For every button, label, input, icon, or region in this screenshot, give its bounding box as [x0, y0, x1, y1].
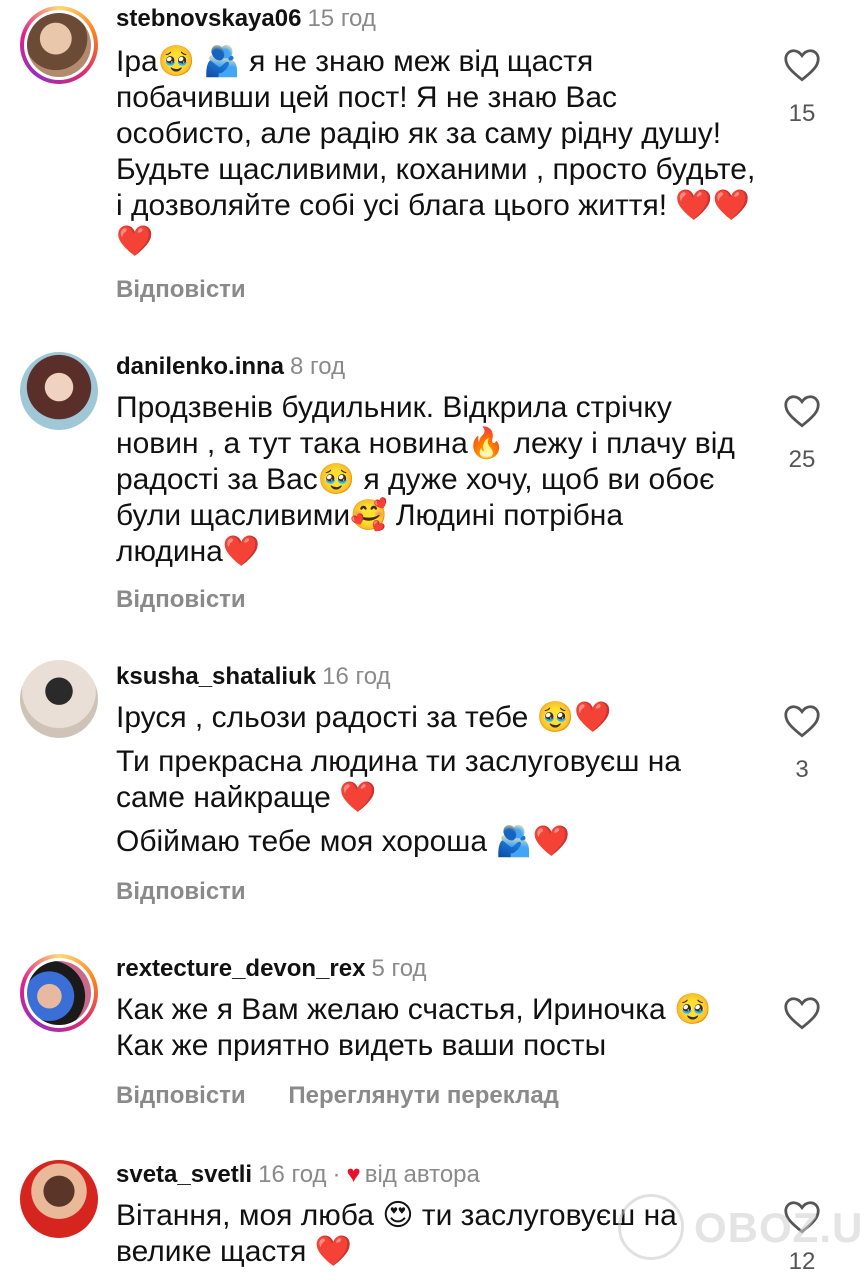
like-count: 3: [795, 756, 809, 783]
timestamp: 16 год: [322, 663, 391, 690]
timestamp: 15 год: [307, 5, 376, 32]
username[interactable]: rextecture_devon_rex: [116, 955, 365, 982]
heart-filled-icon: ♥: [346, 1161, 361, 1188]
comment-text: Продзвенів будильник. Відкрила стрічку н…: [116, 390, 736, 570]
watermark: OBOZ.UA: [618, 1192, 864, 1262]
heart-outline-icon[interactable]: [780, 704, 824, 738]
comment-text: Іра🥹 🫂 я не знаю меж від щастя побачивши…: [116, 44, 756, 260]
comment-line: Іруся , сльози радості за тебе 🥹❤️: [116, 701, 612, 734]
comment-line: Продзвенів будильник. Відкрила стрічку н…: [116, 391, 735, 568]
avatar[interactable]: [20, 6, 98, 84]
comment-line: Іра🥹 🫂 я не знаю меж від щастя побачивши…: [116, 45, 756, 258]
timestamp: 8 год: [290, 353, 346, 380]
comment-text: Как же я Вам желаю счастья, Ириночка 🥹 К…: [116, 992, 736, 1064]
username[interactable]: stebnovskaya06: [116, 5, 301, 32]
reply-button[interactable]: Відповісти: [116, 276, 246, 303]
avatar[interactable]: [20, 954, 98, 1032]
username[interactable]: ksusha_shataliuk: [116, 663, 316, 690]
heart-outline-icon[interactable]: [780, 48, 824, 82]
comment-line: Ти прекрасна людина ти заслуговуєш на са…: [116, 745, 681, 814]
comment-line: Как же я Вам желаю счастья, Ириночка 🥹 К…: [116, 993, 712, 1062]
translate-button[interactable]: Переглянути переклад: [288, 1082, 559, 1109]
watermark-text: OBOZ.UA: [694, 1204, 864, 1251]
reply-button[interactable]: Відповісти: [116, 586, 246, 613]
heart-outline-icon[interactable]: [780, 996, 824, 1030]
heart-outline-icon[interactable]: [780, 394, 824, 428]
avatar[interactable]: [20, 1160, 98, 1238]
comment-line: Обіймаю тебе моя хороша 🫂❤️: [116, 825, 571, 858]
reply-button[interactable]: Відповісти: [116, 878, 246, 905]
like-count: 15: [788, 100, 816, 127]
username[interactable]: danilenko.inna: [116, 353, 284, 380]
watermark-logo-icon: [618, 1194, 684, 1260]
author-like-label: від автора: [364, 1161, 480, 1188]
username[interactable]: sveta_svetli: [116, 1161, 252, 1188]
comment-text: Іруся , сльози радості за тебе 🥹❤️ Ти пр…: [116, 700, 736, 860]
timestamp: 5 год: [371, 955, 427, 982]
avatar[interactable]: [20, 352, 98, 430]
like-count: 25: [788, 446, 816, 473]
reply-button[interactable]: Відповісти: [116, 1082, 246, 1109]
timestamp: 16 год: [258, 1161, 327, 1188]
avatar[interactable]: [20, 660, 98, 738]
